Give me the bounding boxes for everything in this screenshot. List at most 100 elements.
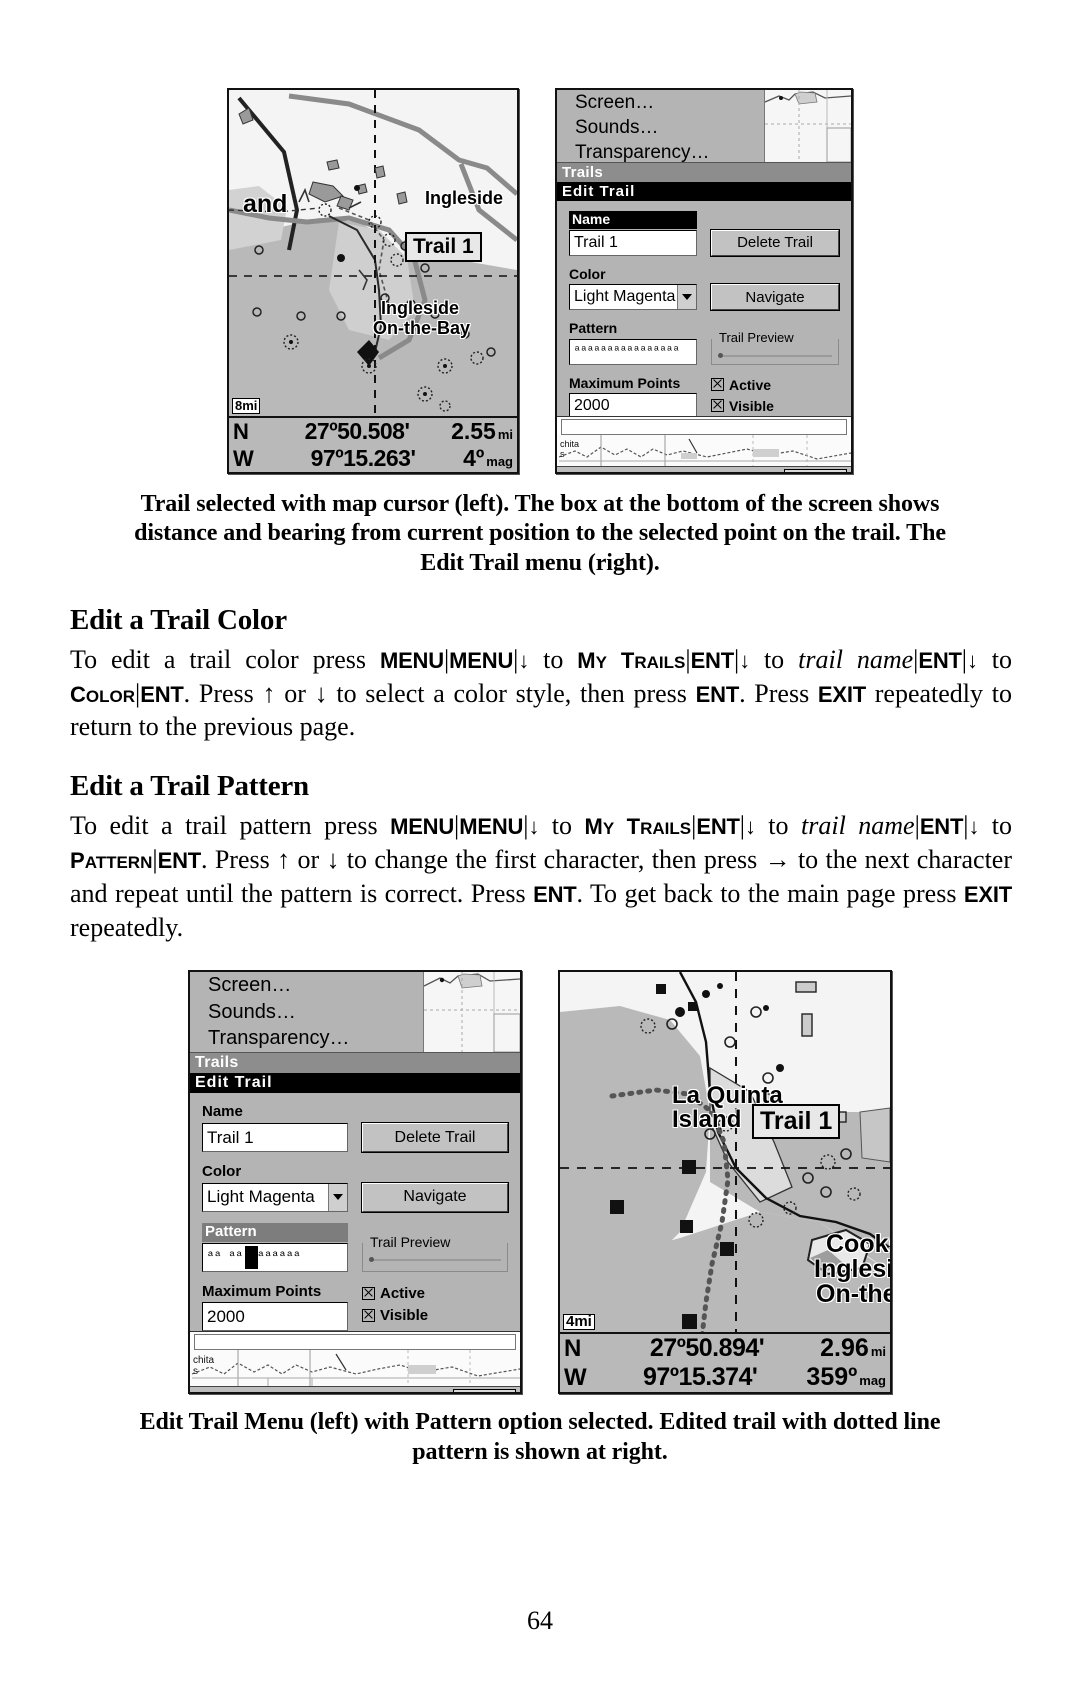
longitude-value: 97º15.374'	[643, 1363, 758, 1392]
max-points-group: Maximum Points 2000	[202, 1283, 348, 1332]
menu-item-sounds[interactable]: Sounds…	[190, 999, 520, 1025]
active-checkbox-row[interactable]: Active	[711, 377, 839, 393]
checkbox-group: Active Visible	[711, 375, 839, 419]
left-right-arrow-icon: ↔	[789, 470, 802, 472]
menu-item-sounds[interactable]: Sounds…	[557, 115, 851, 140]
menu-item-transparency[interactable]: Transparency…	[190, 1025, 520, 1051]
checkbox-icon[interactable]	[711, 378, 724, 391]
chevron-down-icon[interactable]	[328, 1183, 347, 1211]
map-scale-chip: ↔ 300 mi	[452, 1389, 516, 1394]
active-label: Active	[380, 1284, 426, 1302]
map-scale-badge: 8mi	[232, 398, 261, 414]
longitude-hemisphere: W	[233, 446, 254, 471]
checkbox-icon[interactable]	[711, 399, 724, 412]
gps-map-screen-bottom: La Quinta Island Cooks Inglesi On-the Tr…	[558, 970, 892, 1395]
delete-trail-group: Delete Trail	[361, 1122, 509, 1154]
maxpoints-row: Maximum Points 2000 Active Visible	[202, 1283, 508, 1332]
map-scale-chip: ↔ 300 mi	[783, 469, 847, 474]
checkbox-group: Active Visible	[362, 1283, 508, 1329]
delete-trail-group: Delete Trail	[710, 228, 840, 257]
name-label: Name	[569, 211, 697, 229]
menu-item-label: Screen…	[575, 92, 655, 113]
distance-value: 2.55	[451, 418, 496, 444]
chevron-down-icon[interactable]	[677, 285, 696, 309]
navigate-button[interactable]: Navigate	[710, 283, 840, 311]
trail-label-box: Trail 1	[405, 232, 482, 262]
longitude-value: 97º15.263'	[310, 445, 416, 471]
menu-item-alarms[interactable]: Alarms	[190, 1052, 520, 1053]
progress-strip	[194, 1334, 516, 1351]
edit-trail-menu-bottom: Screen… Sounds… Transparency… Alarms Tra…	[188, 970, 522, 1395]
preview-dot	[369, 1256, 374, 1262]
figure-top-caption: Trail selected with map cursor (left). T…	[134, 491, 946, 576]
color-value: Light Magenta	[207, 1187, 315, 1207]
bearing-value: 4º	[463, 445, 485, 471]
svg-text:s: s	[560, 449, 565, 459]
checkbox-icon[interactable]	[362, 1308, 375, 1322]
trail-preview-line	[369, 1256, 501, 1262]
color-select[interactable]: Light Magenta	[202, 1182, 348, 1212]
name-input[interactable]: Trail 1	[202, 1123, 348, 1153]
pattern-input[interactable]: ªª ªª ªªªªªªª	[202, 1242, 348, 1272]
latitude-hemisphere: N	[233, 419, 249, 444]
active-label: Active	[729, 376, 772, 393]
trail-preview-group: Trail Preview	[362, 1233, 508, 1272]
name-row: Name Trail 1 Delete Trail	[569, 211, 840, 257]
color-field-group: Color Light Magenta	[202, 1163, 348, 1212]
scale-value: 300	[475, 1390, 497, 1392]
map-data-bar: N 27º50.894' 2.96 mi W 97º15.374' 359º m…	[560, 1332, 890, 1393]
menu-list: Screen… Sounds… Transparency… Alarms	[557, 90, 851, 162]
navigate-group: Navigate	[361, 1181, 509, 1213]
color-select[interactable]: Light Magenta	[569, 284, 697, 310]
menu-list: Screen… Sounds… Transparency… Alarms	[190, 972, 520, 1053]
visible-checkbox-row[interactable]: Visible	[711, 398, 839, 414]
figure-bottom-caption: Edit Trail Menu (left) with Pattern opti…	[139, 1409, 941, 1465]
bottom-status-bar: ↔ 300 mi	[557, 466, 851, 474]
trail-preview-label: Trail Preview	[367, 1233, 454, 1250]
trails-bar: Trails	[557, 162, 851, 182]
delete-trail-button[interactable]: Delete Trail	[361, 1122, 509, 1154]
scale-unit: mi	[831, 472, 842, 474]
map-label: Island	[672, 1106, 742, 1134]
bearing-value: 359º	[806, 1363, 858, 1392]
map-scale-badge: 4mi	[563, 1314, 595, 1331]
checkbox-icon[interactable]	[362, 1286, 375, 1300]
delete-trail-button[interactable]: Delete Trail	[710, 228, 840, 257]
pattern-label: Pattern	[569, 320, 618, 336]
gps-map-screen-top: and Ingleside Ingleside On-the-Bay Trail…	[227, 88, 519, 474]
data-bar-row-lon: W 97º15.374' 359º mag	[560, 1363, 890, 1392]
navigate-button[interactable]: Navigate	[361, 1181, 509, 1213]
map-canvas	[229, 90, 517, 472]
trail-preview-box: Trail Preview	[362, 1233, 508, 1272]
menu-item-transparency[interactable]: Transparency…	[557, 140, 851, 162]
document-page: and Ingleside Ingleside On-the-Bay Trail…	[0, 0, 1080, 1682]
menu-item-label: Sounds…	[575, 117, 659, 139]
map-label: Ingleside	[425, 188, 504, 208]
visible-label: Visible	[380, 1306, 429, 1324]
paragraph-edit-trail-color: To edit a trail color press MENU|MENU|↓ …	[70, 644, 1012, 742]
distance-unit: mi	[870, 1344, 886, 1360]
visible-checkbox-row[interactable]: Visible	[362, 1307, 508, 1324]
map-graphic	[229, 90, 517, 472]
figure-bottom: Screen… Sounds… Transparency… Alarms Tra…	[0, 944, 1080, 1395]
menu-item-screen[interactable]: Screen…	[190, 972, 520, 998]
color-label: Color	[202, 1163, 242, 1181]
name-field-group: Name Trail 1	[202, 1103, 348, 1153]
trails-bar: Trails	[190, 1052, 520, 1074]
figure-top: and Ingleside Ingleside On-the-Bay Trail…	[0, 0, 1080, 474]
name-input[interactable]: Trail 1	[569, 229, 697, 256]
color-row: Color Light Magenta Navigate	[569, 266, 840, 311]
map-label: and	[243, 190, 288, 218]
menu-item-screen[interactable]: Screen…	[557, 90, 851, 115]
edit-trail-menu-top: Screen… Sounds… Transparency… Alarms Tra…	[555, 88, 853, 474]
trail-label-box: Trail 1	[752, 1104, 841, 1140]
max-points-input[interactable]: 2000	[202, 1302, 348, 1332]
latitude-hemisphere: N	[564, 1335, 582, 1363]
bearing-unit: mag	[859, 1373, 886, 1389]
scale-unit: mi	[500, 1392, 511, 1394]
pattern-input[interactable]: ªªªªªªªªªªªªªªªª	[569, 338, 697, 365]
pattern-field-group: Pattern ªªªªªªªªªªªªªªªª	[569, 320, 697, 365]
map-data-bar: N 27º50.508' 2.55 mi W 97º15.263' 4º mag	[229, 416, 517, 472]
left-right-arrow-icon: ↔	[458, 1390, 471, 1392]
active-checkbox-row[interactable]: Active	[362, 1285, 508, 1302]
